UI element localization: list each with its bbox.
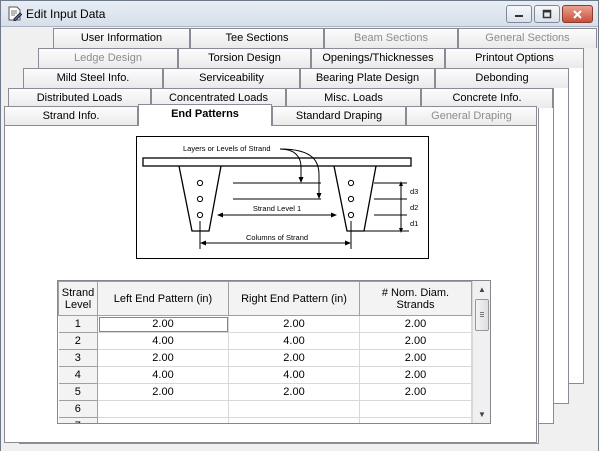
- nom-diam-strands-cell[interactable]: 2.00: [359, 383, 472, 401]
- window-title: Edit Input Data: [26, 7, 106, 21]
- end-pattern-grid[interactable]: Strand Level Left End Pattern (in) Right…: [57, 280, 491, 424]
- tab-openings-thicknesses[interactable]: Openings/Thicknesses: [311, 48, 445, 68]
- table-row[interactable]: 4 4.00 4.00 2.00: [58, 366, 472, 384]
- close-icon: [573, 9, 582, 19]
- tab-control: User Information Tee Sections Beam Secti…: [1, 28, 598, 451]
- grid-vertical-scrollbar[interactable]: ▲ ▼: [472, 281, 490, 423]
- tab-mild-steel-info[interactable]: Mild Steel Info.: [23, 68, 163, 88]
- left-end-pattern-cell[interactable]: [97, 417, 229, 423]
- layers-label: Layers or Levels of Strand: [183, 144, 271, 153]
- row-header-strand-level: 6: [58, 400, 98, 418]
- left-end-pattern-cell[interactable]: 4.00: [97, 366, 229, 384]
- nom-diam-strands-cell[interactable]: 2.00: [359, 315, 472, 333]
- end-patterns-page: Layers or Levels of Strand Strand Level …: [4, 125, 537, 443]
- col-header-nom-diam-strands[interactable]: # Nom. Diam. Strands: [359, 281, 472, 316]
- scroll-up-arrow-icon[interactable]: ▲: [473, 281, 490, 298]
- left-end-pattern-cell[interactable]: 2.00: [97, 349, 229, 367]
- end-pattern-table: Strand Level Left End Pattern (in) Right…: [58, 281, 472, 423]
- right-end-pattern-cell[interactable]: 2.00: [228, 315, 360, 333]
- d1-label: d1: [410, 219, 418, 228]
- row-header-strand-level: 3: [58, 349, 98, 367]
- row-header-strand-level: 2: [58, 332, 98, 350]
- col-header-right-end-pattern[interactable]: Right End Pattern (in): [228, 281, 360, 316]
- tab-misc-loads[interactable]: Misc. Loads: [286, 88, 421, 108]
- tab-concrete-info[interactable]: Concrete Info.: [421, 88, 553, 108]
- nom-diam-strands-cell[interactable]: 2.00: [359, 349, 472, 367]
- row-header-strand-level: 5: [58, 383, 98, 401]
- tab-beam-sections[interactable]: Beam Sections: [324, 28, 458, 48]
- nom-diam-strands-cell[interactable]: 2.00: [359, 332, 472, 350]
- tab-distributed-loads[interactable]: Distributed Loads: [8, 88, 151, 108]
- left-end-pattern-cell[interactable]: 2.00: [97, 315, 229, 333]
- tab-torsion-design[interactable]: Torsion Design: [178, 48, 311, 68]
- minimize-icon: [515, 15, 523, 17]
- tab-general-sections[interactable]: General Sections: [458, 28, 597, 48]
- left-end-pattern-cell[interactable]: 4.00: [97, 332, 229, 350]
- scroll-thumb[interactable]: [475, 299, 489, 331]
- tab-bearing-plate-design[interactable]: Bearing Plate Design: [300, 68, 435, 88]
- close-button[interactable]: [562, 5, 593, 23]
- tab-user-information[interactable]: User Information: [53, 28, 190, 48]
- col-header-strand-level: Strand Level: [58, 281, 98, 316]
- table-row[interactable]: 2 4.00 4.00 2.00: [58, 332, 472, 350]
- left-end-pattern-cell[interactable]: 2.00: [97, 383, 229, 401]
- right-end-pattern-cell[interactable]: 4.00: [228, 366, 360, 384]
- tab-serviceability[interactable]: Serviceability: [163, 68, 300, 88]
- right-end-pattern-cell[interactable]: [228, 417, 360, 423]
- row-header-strand-level: 1: [58, 315, 98, 333]
- right-end-pattern-cell[interactable]: [228, 400, 360, 418]
- left-end-pattern-cell[interactable]: [97, 400, 229, 418]
- nom-diam-strands-cell[interactable]: 2.00: [359, 366, 472, 384]
- tab-debonding[interactable]: Debonding: [435, 68, 569, 88]
- row-header-strand-level: 7: [58, 417, 98, 423]
- tab-general-draping[interactable]: General Draping: [406, 106, 537, 126]
- table-row[interactable]: 5 2.00 2.00 2.00: [58, 383, 472, 401]
- col-header-left-end-pattern[interactable]: Left End Pattern (in): [97, 281, 229, 316]
- title-bar[interactable]: Edit Input Data: [1, 1, 598, 27]
- columns-label: Columns of Strand: [246, 233, 308, 242]
- tab-tee-sections[interactable]: Tee Sections: [190, 28, 324, 48]
- maximize-icon: [542, 9, 552, 19]
- end-pattern-diagram: Layers or Levels of Strand Strand Level …: [136, 136, 429, 259]
- d2-label: d2: [410, 203, 418, 212]
- table-row[interactable]: 3 2.00 2.00 2.00: [58, 349, 472, 367]
- nom-diam-strands-cell[interactable]: [359, 417, 472, 423]
- table-row[interactable]: 1 2.00 2.00 2.00: [58, 315, 472, 333]
- minimize-button[interactable]: [506, 5, 532, 23]
- edit-input-data-window: Edit Input Data User Information Tee Sec…: [0, 0, 599, 451]
- tab-strand-info[interactable]: Strand Info.: [4, 106, 138, 126]
- tab-ledge-design[interactable]: Ledge Design: [38, 48, 178, 68]
- nom-diam-strands-cell[interactable]: [359, 400, 472, 418]
- d3-label: d3: [410, 187, 418, 196]
- maximize-button[interactable]: [534, 5, 560, 23]
- right-end-pattern-cell[interactable]: 2.00: [228, 383, 360, 401]
- tab-standard-draping[interactable]: Standard Draping: [272, 106, 406, 126]
- tab-end-patterns[interactable]: End Patterns: [138, 104, 272, 126]
- beam-section-drawing: Layers or Levels of Strand Strand Level …: [142, 144, 418, 249]
- strand-level-label: Strand Level 1: [253, 204, 301, 213]
- tab-printout-options[interactable]: Printout Options: [445, 48, 584, 68]
- right-end-pattern-cell[interactable]: 4.00: [228, 332, 360, 350]
- document-edit-icon: [8, 6, 22, 21]
- table-row[interactable]: 6: [58, 400, 472, 418]
- row-header-strand-level: 4: [58, 366, 98, 384]
- table-row[interactable]: 7: [58, 417, 472, 423]
- scroll-down-arrow-icon[interactable]: ▼: [473, 406, 490, 423]
- right-end-pattern-cell[interactable]: 2.00: [228, 349, 360, 367]
